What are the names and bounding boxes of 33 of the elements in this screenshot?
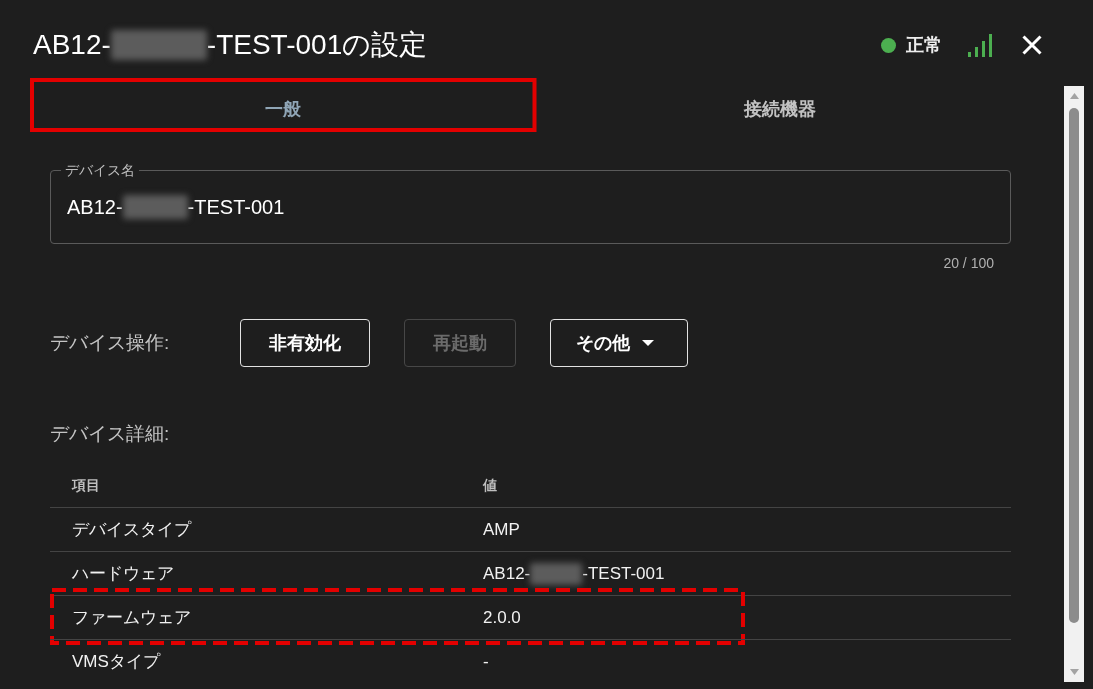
status-label: 正常 <box>906 34 942 57</box>
column-header: 値 <box>483 477 497 495</box>
tab[interactable]: 一般 <box>35 88 532 132</box>
item-value: 2.0.0 <box>483 607 521 628</box>
item-value: -TEST-001 <box>582 563 665 584</box>
blurred-block <box>122 195 188 219</box>
scrollbar[interactable] <box>1064 86 1084 682</box>
section-label: デバイス詳細: <box>50 422 170 446</box>
field-value: AB12- <box>67 195 123 219</box>
scroll-down-icon[interactable] <box>1069 669 1079 675</box>
section-label: デバイス操作: <box>50 331 171 355</box>
item-value: AB12- <box>483 563 531 584</box>
item-name: デバイスタイプ <box>72 519 191 541</box>
item-value: - <box>483 651 489 672</box>
blurred-block <box>530 562 583 585</box>
caret-icon <box>642 340 654 346</box>
field-label: デバイス名 <box>61 161 139 179</box>
action-button[interactable]: その他 <box>550 319 688 367</box>
character-counter: 20 / 100 <box>943 254 994 272</box>
scrollbar-thumb[interactable] <box>1069 108 1079 623</box>
close-icon[interactable] <box>1022 35 1042 55</box>
item-name: ファームウェア <box>72 607 191 629</box>
item-name: VMSタイプ <box>72 651 160 673</box>
window-title: AB12- <box>33 29 111 61</box>
scroll-up-icon[interactable] <box>1069 93 1079 99</box>
column-header: 項目 <box>72 477 100 495</box>
signal-bars-icon <box>968 33 992 57</box>
item-value: AMP <box>483 519 520 540</box>
field-value: -TEST-001 <box>187 195 285 219</box>
item-name: ハードウェア <box>72 563 174 585</box>
tab[interactable]: 接続機器 <box>531 88 1028 132</box>
action-button[interactable]: 非有効化 <box>240 319 370 367</box>
window-title: -TEST-001の設定 <box>206 28 428 62</box>
